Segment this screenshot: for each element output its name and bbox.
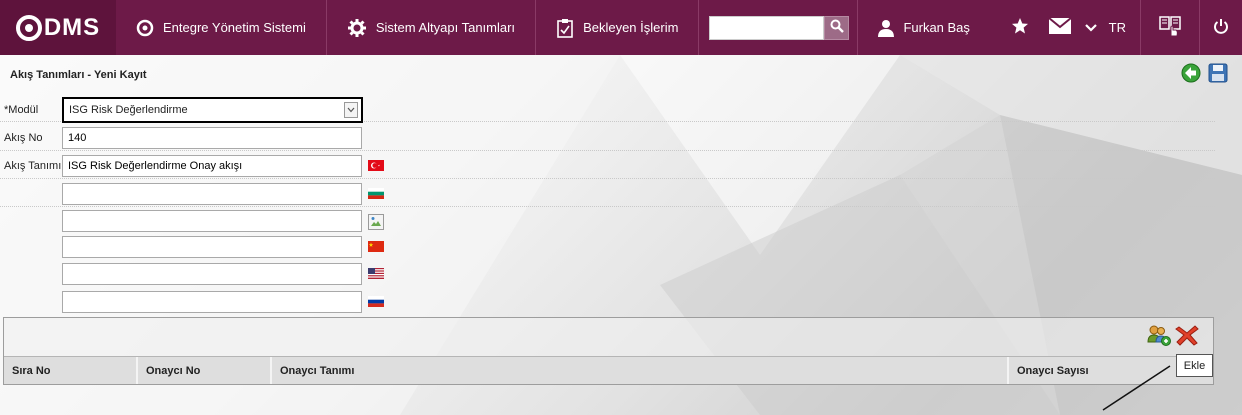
tooltip: Ekle — [1176, 354, 1213, 377]
search-button[interactable] — [824, 15, 850, 40]
logout-button[interactable] — [1199, 0, 1242, 55]
turkey-flag-icon — [368, 160, 384, 171]
back-button[interactable] — [1181, 63, 1201, 86]
add-users-icon — [1147, 325, 1171, 349]
modul-select[interactable]: ISG Risk Değerlendirme — [62, 97, 363, 123]
q-logo-icon — [136, 19, 154, 37]
modul-selected-value: ISG Risk Değerlendirme — [69, 104, 188, 116]
q-logo-icon — [15, 14, 42, 41]
search-input[interactable] — [709, 15, 825, 40]
delete-button[interactable] — [1175, 324, 1199, 349]
column-header-sira-no[interactable]: Sıra No — [4, 357, 138, 384]
akis-tanimi-input-ru[interactable] — [62, 291, 362, 313]
page-header: Akış Tanımları - Yeni Kayıt — [0, 55, 1242, 93]
nav-entegre-yonetim[interactable]: Entegre Yönetim Sistemi — [116, 0, 327, 55]
back-arrow-icon — [1181, 63, 1201, 86]
save-button[interactable] — [1208, 63, 1228, 86]
mouse-pointer-line — [1102, 365, 1171, 411]
akis-tanimi-input-bg[interactable] — [62, 183, 362, 205]
grid-header: Sıra No Onaycı No Onaycı Tanımı Onaycı S… — [4, 356, 1213, 384]
approver-grid: Sıra No Onaycı No Onaycı Tanımı Onaycı S… — [3, 317, 1214, 385]
search-box — [699, 0, 857, 55]
akis-tanimi-input-cn[interactable] — [62, 236, 362, 258]
gear-icon — [347, 18, 367, 38]
top-bar: DMS Entegre Yönetim Sistemi Sistem Altya… — [0, 0, 1242, 55]
user-icon — [878, 19, 895, 37]
user-menu[interactable]: Furkan Baş — [857, 0, 989, 55]
modul-label: *Modül — [4, 104, 39, 116]
book-hand-icon — [1159, 15, 1181, 40]
akis-no-label: Akış No — [4, 132, 43, 144]
envelope-icon — [1048, 17, 1072, 37]
logo-text: DMS — [43, 13, 101, 41]
nav-label: Sistem Altyapı Tanımları — [375, 20, 516, 35]
akis-tanimi-input-tr[interactable] — [62, 155, 362, 177]
akis-no-input[interactable] — [62, 127, 362, 149]
red-x-icon — [1175, 325, 1199, 349]
add-approver-button[interactable] — [1147, 324, 1171, 349]
messages-button[interactable] — [1039, 0, 1081, 55]
akis-tanimi-label: Akış Tanımı — [4, 160, 62, 172]
china-flag-icon — [368, 241, 384, 252]
bulgaria-flag-icon — [368, 188, 384, 199]
power-icon — [1213, 18, 1229, 37]
chevron-down-icon — [1084, 20, 1097, 35]
language-selector[interactable]: TR — [1081, 20, 1140, 35]
floppy-disk-icon — [1208, 63, 1228, 86]
column-header-onayci-tanimi[interactable]: Onaycı Tanımı — [272, 357, 1009, 384]
language-code: TR — [1108, 20, 1126, 35]
nav-label: Entegre Yönetim Sistemi — [163, 20, 306, 35]
akis-tanimi-input-extra[interactable] — [62, 210, 362, 232]
grid-toolbar — [1147, 324, 1199, 349]
dms-logo[interactable]: DMS — [0, 0, 116, 55]
nav-label: Bekleyen İşlerim — [583, 20, 679, 35]
page-title: Akış Tanımları - Yeni Kayıt — [10, 69, 147, 81]
us-flag-icon — [368, 268, 384, 279]
favorites-button[interactable] — [1001, 0, 1039, 55]
chevron-down-icon — [344, 102, 358, 118]
column-header-onayci-no[interactable]: Onaycı No — [138, 357, 272, 384]
russia-flag-icon — [368, 296, 384, 307]
search-icon — [830, 19, 844, 36]
nav-sistem-altyapi[interactable]: Sistem Altyapı Tanımları — [327, 0, 537, 55]
akis-tanimi-input-us[interactable] — [62, 263, 362, 285]
user-name: Furkan Baş — [903, 20, 970, 35]
star-icon — [1011, 17, 1029, 38]
clipboard-icon — [556, 18, 574, 38]
broken-image-icon — [368, 214, 384, 230]
manual-button[interactable] — [1140, 0, 1199, 55]
nav-bekleyen-islerim[interactable]: Bekleyen İşlerim — [536, 0, 700, 55]
